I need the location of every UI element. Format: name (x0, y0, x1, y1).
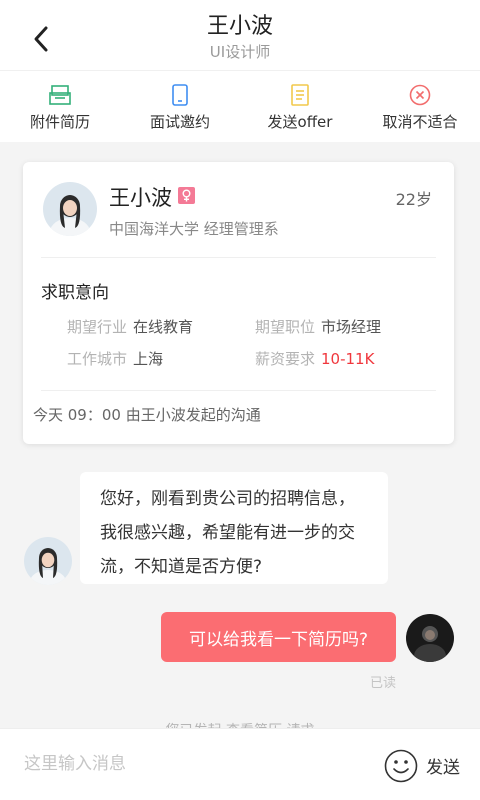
candidate-card[interactable]: 王小波 22岁 中国海洋大学 经理管理系 求职意向 期望行业 在线教育 期望职位市… (23, 162, 454, 444)
salary-key: 薪资要求 (255, 350, 316, 368)
intent-industry: 期望行业 在线教育 (67, 316, 193, 337)
intent-salary: 薪资要求 10-11K (255, 348, 374, 369)
female-icon (178, 187, 195, 204)
page-title: 王小波 (206, 14, 273, 39)
outgoing-message[interactable]: 可以给我看一下简历吗? (161, 612, 396, 662)
send-offer-button[interactable]: 发送offer (240, 71, 360, 142)
send-button[interactable]: 发送 (426, 753, 460, 778)
action-label: 附件简历 (29, 113, 90, 131)
candidate-age: 22岁 (395, 190, 432, 209)
action-label: 面试邀约 (149, 113, 210, 131)
message-line: 您好，刚看到贵公司的招聘信息， (100, 489, 355, 509)
avatar[interactable] (406, 614, 454, 662)
page-subtitle: UI设计师 (209, 43, 271, 61)
incoming-message[interactable]: 您好，刚看到贵公司的招聘信息， 我很感兴趣，希望能有进一步的交 流，不知道是否方… (80, 472, 388, 584)
message-line: 流，不知道是否方便? (100, 557, 263, 577)
interview-invite-button[interactable]: 面试邀约 (120, 71, 240, 142)
resume-icon (48, 83, 72, 107)
divider (41, 257, 436, 258)
intent-position: 期望职位 市场经理 (255, 316, 381, 337)
avatar (43, 182, 97, 236)
position-value: 市场经理 (321, 318, 382, 336)
phone-icon (168, 83, 192, 107)
document-icon (288, 83, 312, 107)
action-label: 取消不适合 (382, 113, 458, 131)
read-status: 已读 (370, 676, 397, 691)
position-key: 期望职位 (255, 318, 316, 336)
conversation-origin: 今天 09：00 由王小波发起的沟通 (33, 406, 261, 424)
salary-value: 10-11K (321, 350, 375, 368)
city-key: 工作城市 (67, 350, 128, 368)
city-value: 上海 (133, 350, 164, 368)
header: 王小波 UI设计师 (0, 0, 480, 70)
reject-button[interactable]: 取消不适合 (360, 71, 480, 142)
message-line: 我很感兴趣，希望能有进一步的交 (100, 523, 355, 543)
avatar[interactable] (24, 537, 72, 585)
industry-key: 期望行业 (67, 318, 128, 336)
message-input[interactable] (24, 743, 364, 785)
close-circle-icon (408, 83, 432, 107)
action-label: 发送offer (267, 113, 333, 131)
candidate-school: 中国海洋大学 经理管理系 (109, 220, 279, 238)
intent-title: 求职意向 (41, 283, 109, 303)
action-bar: 附件简历 面试邀约 发送offer 取消不适合 (0, 70, 480, 142)
candidate-name: 王小波 (109, 186, 172, 210)
intent-city: 工作城市 上海 (67, 348, 163, 369)
attachment-resume-button[interactable]: 附件简历 (0, 71, 120, 142)
input-bar: 发送 (0, 728, 480, 800)
emoji-icon[interactable] (384, 749, 418, 783)
industry-value: 在线教育 (133, 318, 194, 336)
divider (41, 390, 436, 391)
